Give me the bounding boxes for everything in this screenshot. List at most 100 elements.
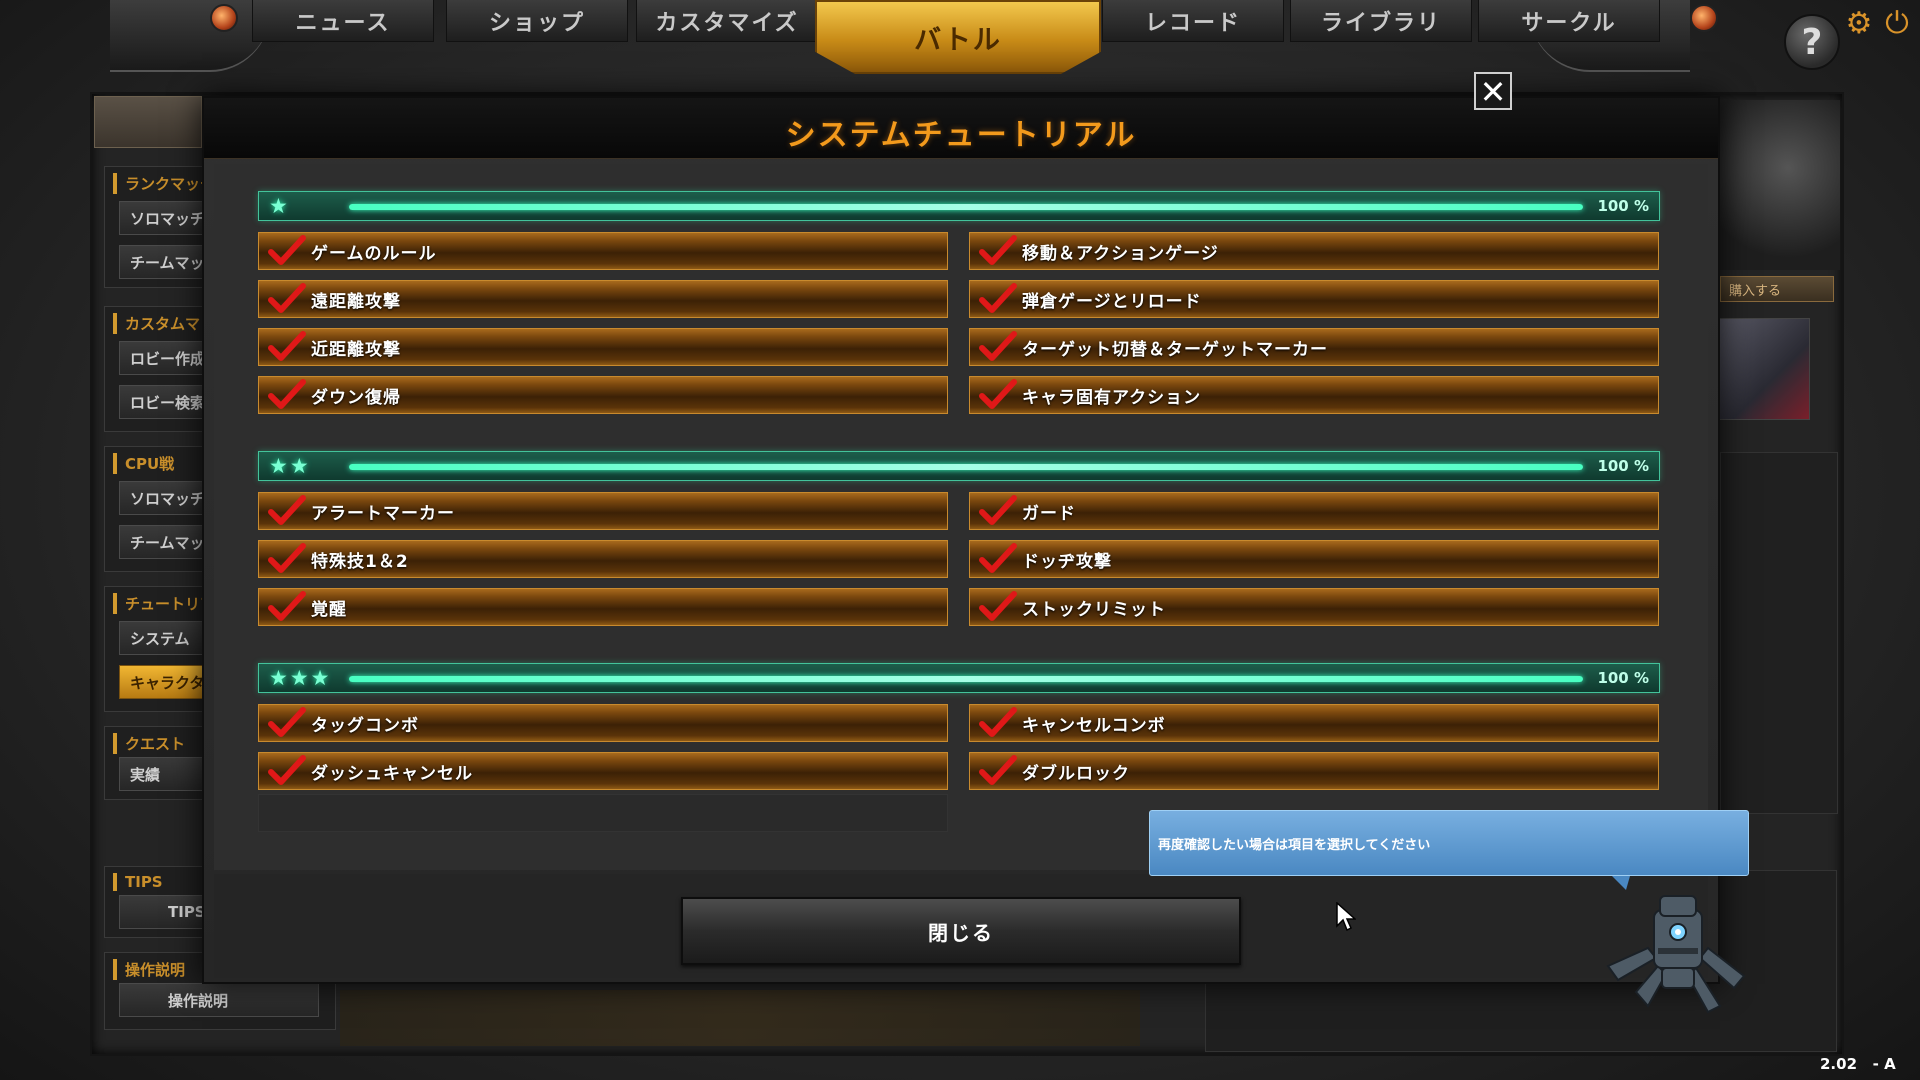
item-label: ダッシュキャンセル — [311, 763, 473, 784]
checkmark-icon — [978, 591, 1018, 623]
item-label: キャンセルコンボ — [1022, 715, 1166, 736]
tutorial-item[interactable]: ダッシュキャンセル — [258, 752, 948, 790]
tutorial-item[interactable]: ターゲット切替＆ターゲットマーカー — [969, 328, 1659, 366]
tab-shop[interactable]: ショップ — [446, 0, 628, 42]
star-icon: ★ — [269, 194, 290, 218]
character-avatar — [1718, 318, 1810, 420]
empty-slot — [258, 794, 948, 832]
progress-percent: 100 % — [1597, 457, 1649, 475]
section-3-progress-bar: ★★★ 100 % — [258, 663, 1660, 693]
checkmark-icon — [267, 495, 307, 527]
sidebar-item-controls[interactable]: 操作説明 — [119, 983, 319, 1017]
help-button[interactable]: ? — [1784, 14, 1840, 70]
checkmark-icon — [978, 707, 1018, 739]
tutorial-item[interactable]: 遠距離攻撃 — [258, 280, 948, 318]
checkmark-icon — [978, 543, 1018, 575]
tutorial-item[interactable]: タッグコンボ — [258, 704, 948, 742]
nav-ornament-left — [110, 0, 270, 72]
tutorial-item[interactable]: 近距離攻撃 — [258, 328, 948, 366]
tab-record[interactable]: レコード — [1102, 0, 1284, 42]
checkmark-icon — [978, 755, 1018, 787]
item-label: 弾倉ゲージとリロード — [1022, 291, 1202, 312]
tutorial-item[interactable]: ガード — [969, 492, 1659, 530]
item-label: ダウン復帰 — [311, 387, 401, 408]
checkmark-icon — [267, 235, 307, 267]
item-label: ゲームのルール — [311, 243, 437, 264]
sidebar-group-title: クエスト — [113, 733, 185, 754]
tutorial-item[interactable]: ストックリミット — [969, 588, 1659, 626]
tutorial-item[interactable]: 弾倉ゲージとリロード — [969, 280, 1659, 318]
item-label: 移動＆アクションゲージ — [1022, 243, 1219, 264]
checkmark-icon — [267, 591, 307, 623]
progress-track — [349, 204, 1583, 210]
tab-library[interactable]: ライブラリ — [1290, 0, 1472, 42]
item-label: ターゲット切替＆ターゲットマーカー — [1022, 339, 1328, 360]
checkmark-icon — [267, 331, 307, 363]
item-label: 特殊技1＆2 — [311, 551, 409, 572]
checkmark-icon — [978, 283, 1018, 315]
tooltip-text: 再度確認したい場合は項目を選択してください — [1158, 837, 1431, 853]
tutorial-item[interactable]: ダブルロック — [969, 752, 1659, 790]
section-2-progress-bar: ★★ 100 % — [258, 451, 1660, 481]
tab-battle[interactable]: バトル — [815, 0, 1101, 74]
tab-news[interactable]: ニュース — [252, 0, 434, 42]
progress-track — [349, 676, 1583, 682]
help-icon: ? — [1801, 21, 1823, 63]
progress-percent: 100 % — [1597, 197, 1649, 215]
sidebar-group-title: ランクマッチ — [113, 173, 215, 194]
tutorial-item[interactable]: ダウン復帰 — [258, 376, 948, 414]
progress-fill — [349, 204, 1583, 210]
modal-title: システムチュートリアル — [785, 118, 1137, 153]
orb-icon — [210, 4, 238, 32]
orb-icon — [1690, 4, 1718, 32]
item-label: 遠距離攻撃 — [311, 291, 401, 312]
sidebar-group-title: TIPS — [113, 873, 163, 891]
tutorial-item[interactable]: ドッヂ攻撃 — [969, 540, 1659, 578]
sidebar-group-title: CPU戦 — [113, 453, 174, 474]
top-navigation: ニュース ショップ カスタマイズ バトル レコード ライブラリ サークル ? ⚙… — [0, 0, 1920, 74]
character-portrait — [1710, 100, 1840, 270]
gear-icon[interactable]: ⚙ — [1842, 6, 1876, 41]
mouse-cursor-icon — [1336, 902, 1356, 932]
version-label: 2.02 - A — [1820, 1055, 1896, 1073]
checkmark-icon — [978, 331, 1018, 363]
tutorial-item[interactable]: 移動＆アクションゲージ — [969, 232, 1659, 270]
tutorial-item[interactable]: キャラ固有アクション — [969, 376, 1659, 414]
buy-button[interactable]: 購入する — [1720, 276, 1834, 302]
checkmark-icon — [267, 379, 307, 411]
checkmark-icon — [267, 707, 307, 739]
checkmark-icon — [978, 379, 1018, 411]
progress-fill — [349, 676, 1583, 682]
tutorial-item[interactable]: 特殊技1＆2 — [258, 540, 948, 578]
item-label: キャラ固有アクション — [1022, 387, 1202, 408]
tab-circle[interactable]: サークル — [1478, 0, 1660, 42]
item-label: ダブルロック — [1022, 763, 1130, 784]
power-icon[interactable]: ⏻ — [1880, 6, 1914, 41]
hint-tooltip: 再度確認したい場合は項目を選択してください — [1149, 810, 1749, 876]
robot-mascot-icon — [1606, 895, 1746, 1014]
close-icon[interactable]: ✕ — [1474, 72, 1512, 110]
progress-percent: 100 % — [1597, 669, 1649, 687]
star-icon: ★★★ — [269, 666, 332, 690]
item-label: ストックリミット — [1022, 599, 1166, 620]
checkmark-icon — [978, 235, 1018, 267]
close-button[interactable]: 閉じる — [681, 897, 1241, 965]
sidebar-header — [94, 96, 202, 148]
star-icon: ★★ — [269, 454, 311, 478]
item-label: 近距離攻撃 — [311, 339, 401, 360]
tutorial-item[interactable]: キャンセルコンボ — [969, 704, 1659, 742]
tutorial-item[interactable]: アラートマーカー — [258, 492, 948, 530]
progress-fill — [349, 464, 1583, 470]
right-panel-box — [1720, 452, 1838, 814]
tutorial-item[interactable]: 覚醒 — [258, 588, 948, 626]
tab-customize[interactable]: カスタマイズ — [636, 0, 818, 42]
item-label: アラートマーカー — [311, 503, 455, 524]
item-label: ドッヂ攻撃 — [1022, 551, 1112, 572]
checkmark-icon — [978, 495, 1018, 527]
bottom-banner — [340, 990, 1140, 1046]
tutorial-item[interactable]: ゲームのルール — [258, 232, 948, 270]
progress-track — [349, 464, 1583, 470]
item-label: 覚醒 — [311, 599, 347, 620]
item-label: ガード — [1022, 503, 1076, 524]
checkmark-icon — [267, 543, 307, 575]
